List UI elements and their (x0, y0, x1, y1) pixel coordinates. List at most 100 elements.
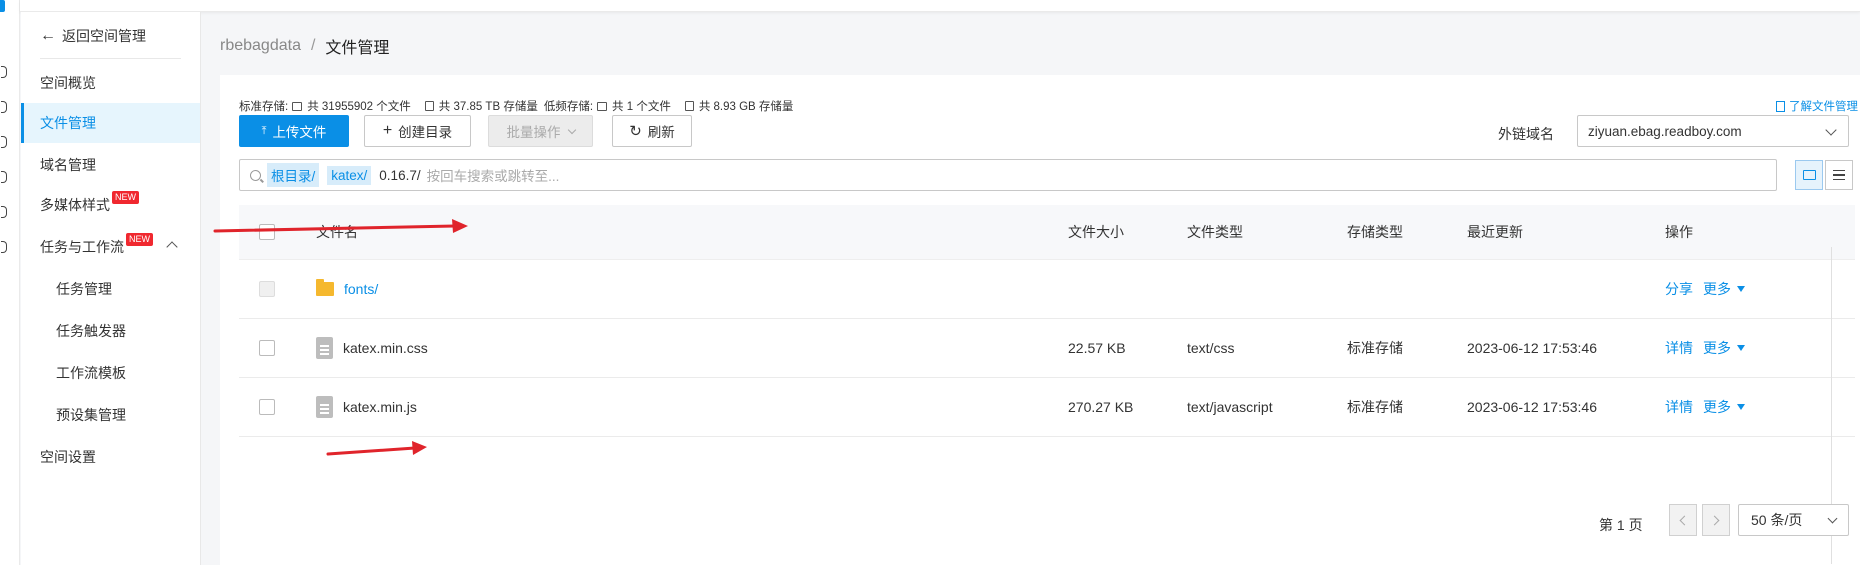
folder-view-button[interactable] (1795, 160, 1823, 190)
file-name-link[interactable]: fonts/ (344, 281, 378, 297)
path-chip-katex[interactable]: katex/ (327, 165, 372, 185)
sidebar-item-domain-management[interactable]: 域名管理 (21, 145, 200, 185)
row-checkbox[interactable] (259, 399, 275, 415)
share-link[interactable]: 分享 (1665, 279, 1693, 299)
header-updated: 最近更新 (1467, 224, 1523, 240)
left-rail (0, 0, 20, 565)
list-icon (1833, 170, 1845, 180)
rail-icon[interactable] (1, 136, 7, 148)
storage-stats: 标准存储: 共 31955902 个文件 共 37.85 TB 存储量 低频存储… (239, 98, 793, 114)
sidebar-item-file-management[interactable]: 文件管理 (21, 103, 200, 143)
standard-storage-size: 共 37.85 TB 存储量 (438, 101, 538, 113)
document-icon (1776, 100, 1785, 112)
more-dropdown[interactable]: 更多 (1703, 279, 1731, 299)
path-current: 0.16.7/ (379, 167, 421, 183)
infrequent-storage-size: 共 8.93 GB 存储量 (698, 101, 794, 113)
header-name: 文件名 (316, 224, 358, 240)
sidebar-item-tasks-workflows[interactable]: 任务与工作流 NEW (21, 227, 200, 267)
table-row: katex.min.js 270.27 KB text/javascript 标… (239, 378, 1855, 437)
domain-label: 外链域名 (1498, 126, 1554, 142)
details-link[interactable]: 详情 (1665, 338, 1693, 358)
domain-select[interactable]: ziyuan.ebag.readboy.com (1577, 115, 1849, 147)
table-row: katex.min.css 22.57 KB text/css 标准存储 202… (239, 319, 1855, 378)
row-checkbox[interactable] (259, 340, 275, 356)
breadcrumb: rbebagdata / 文件管理 (220, 34, 389, 58)
sidebar-item-label: 任务管理 (56, 281, 112, 297)
chevron-up-icon (166, 241, 178, 253)
rail-icon[interactable] (1, 241, 7, 253)
row-checkbox[interactable] (259, 281, 275, 297)
back-label: 返回空间管理 (62, 28, 146, 44)
rail-icon[interactable] (1, 101, 7, 113)
learn-file-management-link[interactable]: 了解文件管理 (1776, 98, 1858, 114)
folder-icon (1802, 170, 1816, 180)
sidebar-item-label: 工作流模板 (56, 365, 126, 381)
back-to-space-link[interactable]: ← 返回空间管理 (40, 26, 146, 46)
header-storage: 存储类型 (1347, 224, 1403, 240)
file-name[interactable]: katex.min.js (343, 399, 417, 415)
sidebar-item-workflow-templates[interactable]: 工作流模板 (21, 353, 200, 393)
path-chip-root[interactable]: 根目录/ (267, 163, 320, 187)
list-view-button[interactable] (1825, 160, 1853, 190)
arrow-left-icon: ← (40, 27, 56, 44)
create-directory-label: 创建目录 (398, 125, 453, 140)
refresh-label: 刷新 (647, 125, 675, 140)
refresh-button[interactable]: ↻ 刷新 (612, 115, 692, 147)
infrequent-file-count: 共 1 个文件 (612, 101, 671, 113)
path-search-input[interactable]: 根目录/ katex/ 0.16.7/ 按回车搜索或跳转至... (239, 159, 1777, 191)
file-size: 22.57 KB (1068, 340, 1126, 356)
more-dropdown[interactable]: 更多 (1703, 397, 1731, 417)
chevron-left-icon (1679, 515, 1690, 525)
file-manager-panel: 标准存储: 共 31955902 个文件 共 37.85 TB 存储量 低频存储… (220, 75, 1860, 565)
sidebar-item-label: 预设集管理 (56, 407, 126, 423)
sidebar-item-label: 域名管理 (40, 157, 96, 173)
details-link[interactable]: 详情 (1665, 397, 1693, 417)
refresh-icon: ↻ (629, 123, 642, 140)
table-header: 文件名 文件大小 文件类型 存储类型 最近更新 操作 (239, 205, 1855, 260)
sidebar-item-overview[interactable]: 空间概览 (21, 63, 200, 103)
file-icon (316, 396, 333, 418)
page-size-select[interactable]: 50 条/页 (1738, 504, 1849, 536)
sidebar-divider (40, 58, 181, 59)
sidebar-item-task-triggers[interactable]: 任务触发器 (21, 311, 200, 351)
more-dropdown[interactable]: 更多 (1703, 338, 1731, 358)
file-type: text/css (1187, 340, 1235, 356)
sidebar-item-label: 任务与工作流 (40, 239, 124, 255)
sidebar-item-label: 空间概览 (40, 75, 96, 91)
header-size: 文件大小 (1068, 224, 1124, 240)
chevron-down-icon (1827, 513, 1838, 524)
sidebar-item-media-styles[interactable]: 多媒体样式 NEW (21, 185, 200, 225)
upload-icon: ⤒ (261, 124, 267, 137)
sidebar: ← 返回空间管理 空间概览 文件管理 域名管理 多媒体样式 NEW 任务与工作流… (21, 12, 201, 565)
select-all-checkbox[interactable] (259, 224, 275, 240)
create-directory-button[interactable]: + 创建目录 (364, 115, 471, 147)
updated-time: 2023-06-12 17:53:46 (1467, 340, 1597, 356)
plus-icon: + (382, 122, 393, 139)
page-title: 文件管理 (325, 40, 390, 57)
prev-page-button[interactable] (1669, 504, 1697, 536)
standard-file-count: 共 31955902 个文件 (307, 101, 411, 113)
caret-down-icon (1737, 286, 1745, 292)
table-row: fonts/ 分享 更多 (239, 260, 1855, 319)
chevron-right-icon (1709, 515, 1720, 525)
new-badge: NEW (112, 190, 139, 204)
folder-icon (292, 101, 303, 111)
caret-down-icon (1737, 345, 1745, 351)
file-name[interactable]: katex.min.css (343, 340, 428, 356)
rail-icon[interactable] (1, 171, 7, 183)
chevron-down-icon (567, 125, 576, 134)
rail-icon[interactable] (1, 206, 7, 218)
rail-active-indicator (0, 0, 5, 12)
storage-type: 标准存储 (1347, 340, 1403, 356)
sidebar-item-task-management[interactable]: 任务管理 (21, 269, 200, 309)
page-size-value: 50 条/页 (1751, 512, 1803, 528)
batch-actions-button[interactable]: 批量操作 (488, 115, 593, 147)
breadcrumb-root[interactable]: rbebagdata (220, 37, 301, 55)
rail-icon[interactable] (1, 66, 7, 78)
next-page-button[interactable] (1702, 504, 1730, 536)
upload-button[interactable]: ⤒ 上传文件 (239, 115, 349, 147)
database-icon (684, 101, 694, 111)
sidebar-item-preset-management[interactable]: 预设集管理 (21, 395, 200, 435)
standard-storage-label: 标准存储: (239, 101, 289, 113)
sidebar-item-space-settings[interactable]: 空间设置 (21, 437, 200, 477)
